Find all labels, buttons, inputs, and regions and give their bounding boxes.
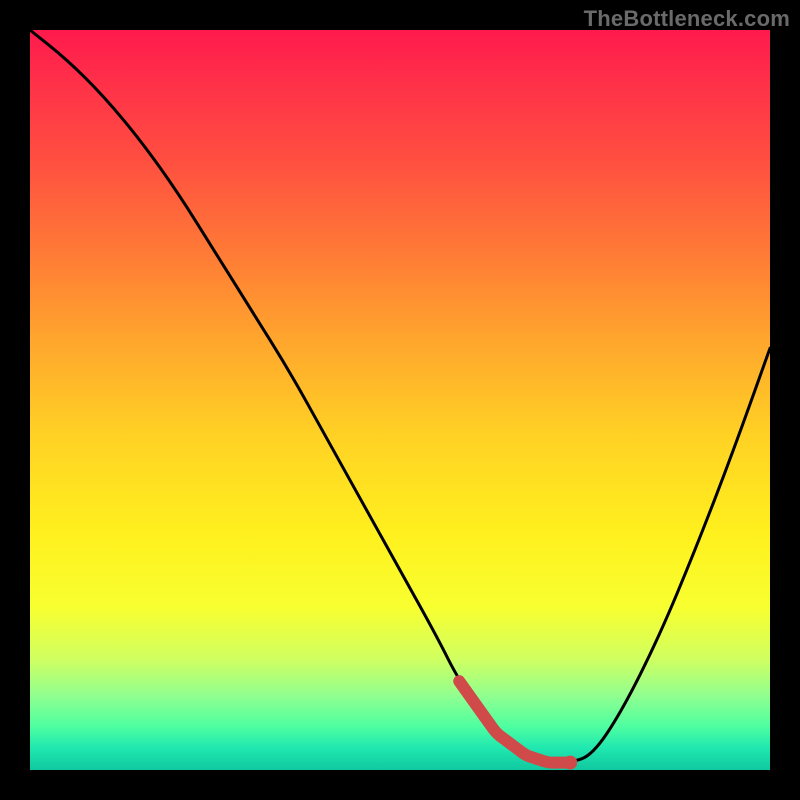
bottleneck-curve — [30, 30, 770, 763]
highlight-segment — [459, 681, 570, 762]
plot-area — [30, 30, 770, 770]
curve-svg — [30, 30, 770, 770]
watermark-text: TheBottleneck.com — [584, 6, 790, 32]
chart-container: TheBottleneck.com — [0, 0, 800, 800]
highlight-end-dot — [563, 756, 577, 770]
